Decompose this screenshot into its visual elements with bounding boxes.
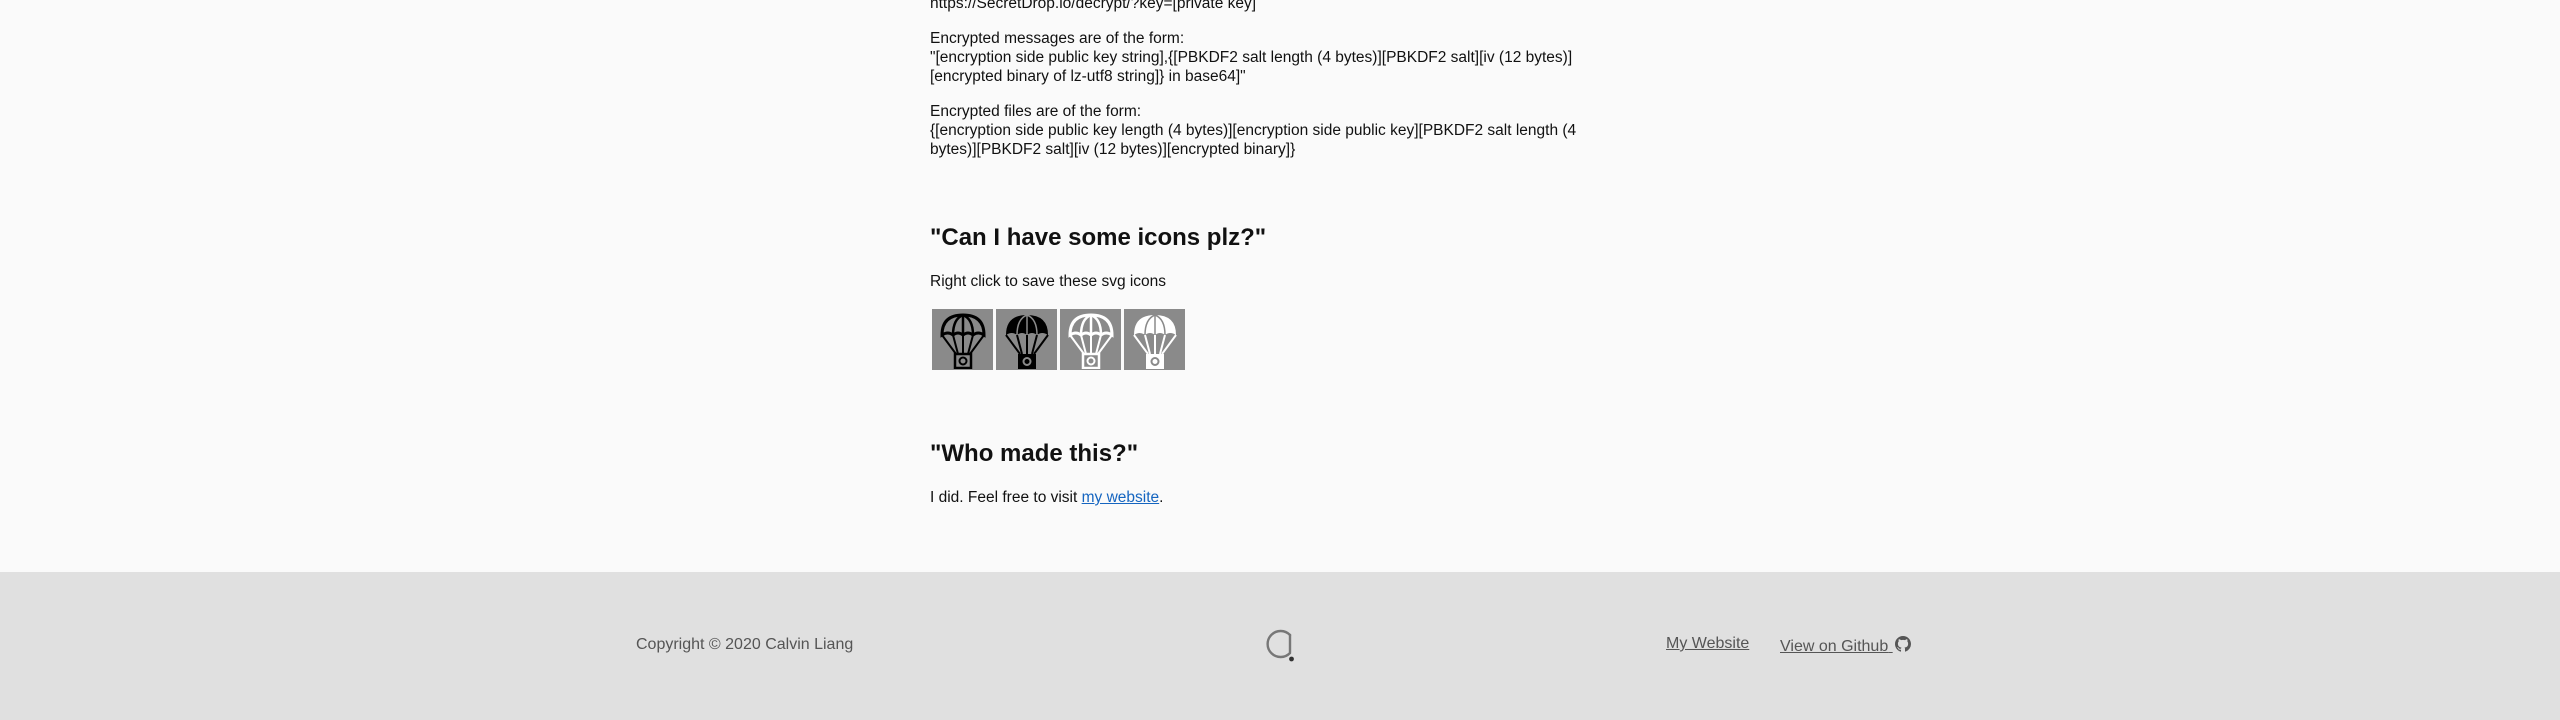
- about-text: I did. Feel free to visit my website.: [930, 488, 1163, 507]
- github-icon: [1894, 636, 1911, 657]
- loading-logo-icon: [1262, 626, 1298, 667]
- about-text-before: I did. Feel free to visit: [930, 489, 1082, 506]
- files-format-line-2: bytes)][PBKDF2 salt][iv (12 bytes)][encr…: [930, 141, 1296, 158]
- footer: Copyright © 2020 Calvin Liang My Website…: [0, 572, 2560, 720]
- files-intro: Encrypted files are of the form:: [930, 103, 1142, 120]
- icons-heading: "Can I have some icons plz?": [930, 224, 1267, 251]
- about-heading: "Who made this?": [930, 440, 1139, 467]
- parachute-outline-light-icon[interactable]: [1060, 309, 1121, 370]
- files-format-line-1: {[encryption side public key length (4 b…: [930, 122, 1577, 139]
- messages-intro: Encrypted messages are of the form:: [930, 30, 1185, 47]
- messages-format-line-2: [encrypted binary of lz-utf8 string]} in…: [930, 68, 1246, 85]
- icon-gallery: [932, 309, 1185, 370]
- my-website-footer-link[interactable]: My Website: [1666, 635, 1749, 653]
- parachute-filled-dark-icon[interactable]: [996, 309, 1057, 370]
- messages-format-line-1: "[encryption side public key string],{[P…: [930, 49, 1573, 66]
- my-website-link[interactable]: my website: [1082, 489, 1160, 506]
- view-on-github-link[interactable]: View on Github: [1780, 636, 1911, 657]
- icons-instruction: Right click to save these svg icons: [930, 273, 1167, 290]
- copyright-text: Copyright © 2020 Calvin Liang: [636, 636, 854, 653]
- parachute-filled-light-icon[interactable]: [1124, 309, 1185, 370]
- parachute-outline-dark-icon[interactable]: [932, 309, 993, 370]
- about-text-after: .: [1159, 489, 1164, 506]
- decrypt-url-text: https://SecretDrop.io/decrypt/?key=[priv…: [930, 0, 1257, 12]
- view-on-github-label: View on Github: [1780, 638, 1889, 655]
